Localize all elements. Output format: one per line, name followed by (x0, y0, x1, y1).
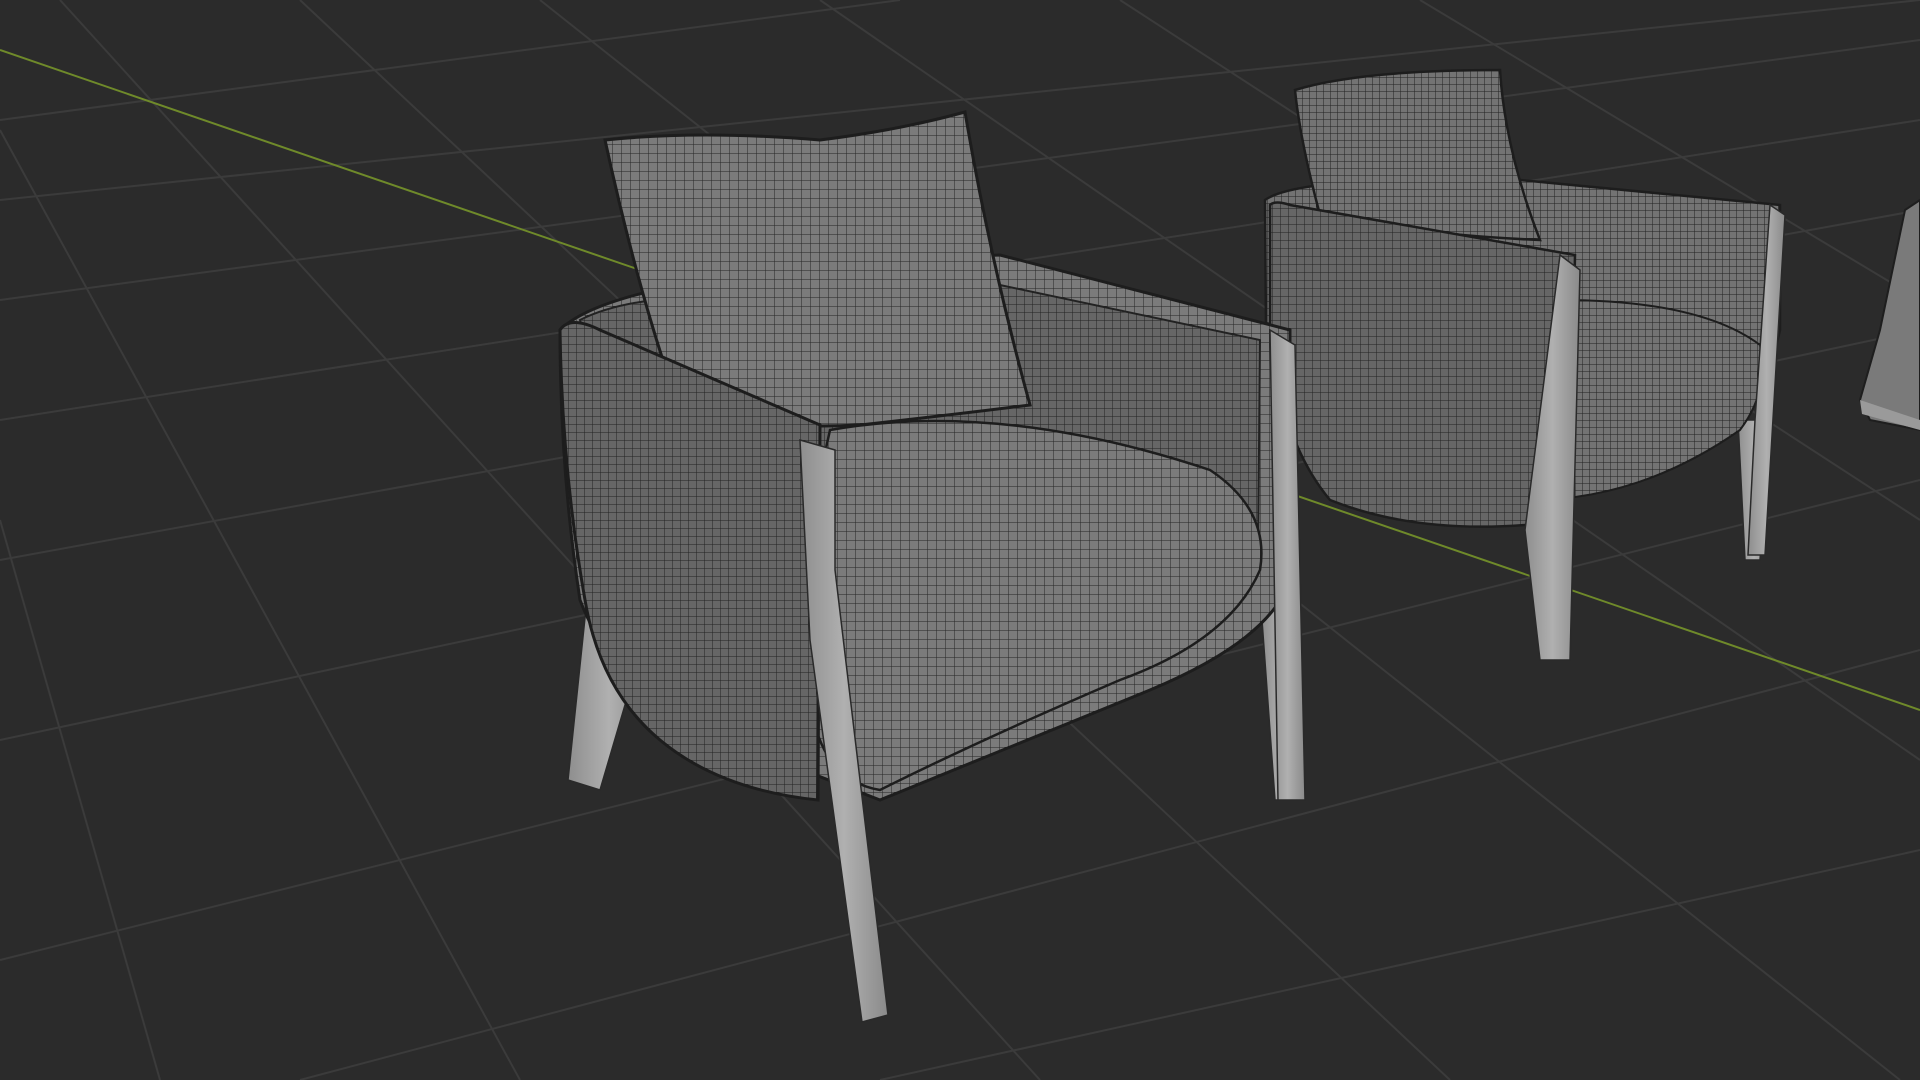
viewport-canvas[interactable] (0, 0, 1920, 1080)
armchair-background[interactable] (1263, 68, 1786, 661)
partial-armchair[interactable] (1858, 198, 1920, 432)
armchair-foreground[interactable] (558, 110, 1306, 1023)
3d-viewport[interactable] (0, 0, 1920, 1080)
